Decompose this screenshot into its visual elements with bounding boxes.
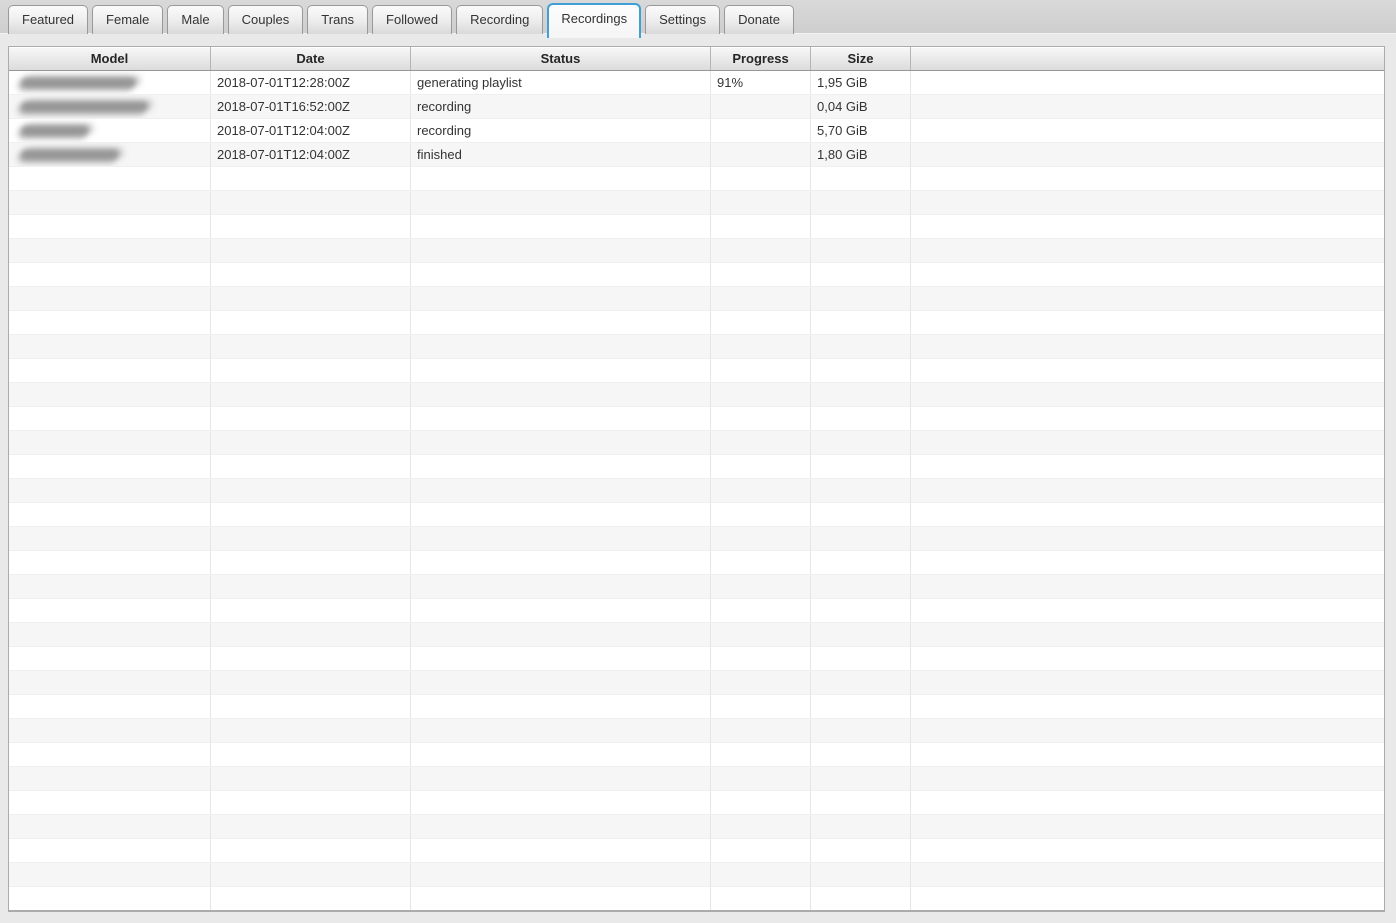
empty-row[interactable] <box>9 671 1384 695</box>
status-cell: recording <box>411 119 711 142</box>
empty-row[interactable] <box>9 839 1384 863</box>
empty-row[interactable] <box>9 767 1384 791</box>
empty-row[interactable] <box>9 503 1384 527</box>
empty-row[interactable] <box>9 455 1384 479</box>
redacted-model-name <box>21 149 119 160</box>
status-cell: finished <box>411 143 711 166</box>
model-cell <box>9 143 211 166</box>
spacer-cell <box>911 71 1384 94</box>
date-cell: 2018-07-01T12:04:00Z <box>211 119 411 142</box>
size-cell: 1,80 GiB <box>811 143 911 166</box>
column-header-spacer <box>911 47 1384 70</box>
empty-row[interactable] <box>9 479 1384 503</box>
date-cell: 2018-07-01T12:28:00Z <box>211 71 411 94</box>
spacer-cell <box>911 143 1384 166</box>
size-cell: 5,70 GiB <box>811 119 911 142</box>
empty-row[interactable] <box>9 863 1384 887</box>
redacted-model-name <box>21 125 89 136</box>
empty-row[interactable] <box>9 215 1384 239</box>
table-row[interactable]: 2018-07-01T12:04:00Z recording 5,70 GiB <box>9 119 1384 143</box>
empty-row[interactable] <box>9 911 1384 912</box>
table-row[interactable]: 2018-07-01T12:04:00Z finished 1,80 GiB <box>9 143 1384 167</box>
column-header-size[interactable]: Size <box>811 47 911 70</box>
date-cell: 2018-07-01T12:04:00Z <box>211 143 411 166</box>
table-header: Model Date Status Progress Size <box>9 47 1384 71</box>
tab-followed[interactable]: Followed <box>372 5 453 34</box>
empty-row[interactable] <box>9 335 1384 359</box>
tab-couples[interactable]: Couples <box>227 5 304 34</box>
size-cell: 1,95 GiB <box>811 71 911 94</box>
empty-row[interactable] <box>9 167 1384 191</box>
empty-row[interactable] <box>9 623 1384 647</box>
empty-row[interactable] <box>9 695 1384 719</box>
empty-row[interactable] <box>9 287 1384 311</box>
empty-row[interactable] <box>9 431 1384 455</box>
empty-row[interactable] <box>9 551 1384 575</box>
date-cell: 2018-07-01T16:52:00Z <box>211 95 411 118</box>
empty-row[interactable] <box>9 263 1384 287</box>
recordings-table: Model Date Status Progress Size 2018-07-… <box>8 46 1385 912</box>
model-cell <box>9 95 211 118</box>
tab-male[interactable]: Male <box>167 5 224 34</box>
tab-bar: Featured Female Male Couples Trans Followed Re… <box>0 0 1396 38</box>
table-body: 2018-07-01T12:28:00Z generating playlist 9… <box>9 71 1384 912</box>
empty-row[interactable] <box>9 647 1384 671</box>
empty-row[interactable] <box>9 815 1384 839</box>
redacted-model-name <box>21 101 148 112</box>
status-cell: generating playlist <box>411 71 711 94</box>
column-header-date[interactable]: Date <box>211 47 411 70</box>
progress-cell <box>711 95 811 118</box>
progress-cell <box>711 143 811 166</box>
progress-cell: 91% <box>711 71 811 94</box>
column-header-model[interactable]: Model <box>9 47 211 70</box>
empty-row[interactable] <box>9 743 1384 767</box>
column-header-progress[interactable]: Progress <box>711 47 811 70</box>
empty-row[interactable] <box>9 311 1384 335</box>
empty-row[interactable] <box>9 527 1384 551</box>
tab-donate[interactable]: Donate <box>724 5 795 34</box>
tab-featured[interactable]: Featured <box>8 5 89 34</box>
redacted-model-name <box>21 77 136 88</box>
tab-trans[interactable]: Trans <box>307 5 369 34</box>
empty-row[interactable] <box>9 191 1384 215</box>
empty-row[interactable] <box>9 719 1384 743</box>
empty-row[interactable] <box>9 407 1384 431</box>
empty-row[interactable] <box>9 359 1384 383</box>
table-row[interactable]: 2018-07-01T12:28:00Z generating playlist 9… <box>9 71 1384 95</box>
column-header-status[interactable]: Status <box>411 47 711 70</box>
empty-row[interactable] <box>9 383 1384 407</box>
empty-row[interactable] <box>9 599 1384 623</box>
tab-recordings[interactable]: Recordings <box>547 3 642 38</box>
progress-cell <box>711 119 811 142</box>
empty-row[interactable] <box>9 791 1384 815</box>
model-cell <box>9 119 211 142</box>
table-row[interactable]: 2018-07-01T16:52:00Z recording 0,04 GiB <box>9 95 1384 119</box>
model-cell <box>9 71 211 94</box>
empty-row[interactable] <box>9 575 1384 599</box>
tab-recording[interactable]: Recording <box>456 5 544 34</box>
empty-row[interactable] <box>9 239 1384 263</box>
tab-settings[interactable]: Settings <box>645 5 721 34</box>
size-cell: 0,04 GiB <box>811 95 911 118</box>
spacer-cell <box>911 119 1384 142</box>
tab-female[interactable]: Female <box>92 5 164 34</box>
status-cell: recording <box>411 95 711 118</box>
empty-row[interactable] <box>9 887 1384 910</box>
spacer-cell <box>911 95 1384 118</box>
